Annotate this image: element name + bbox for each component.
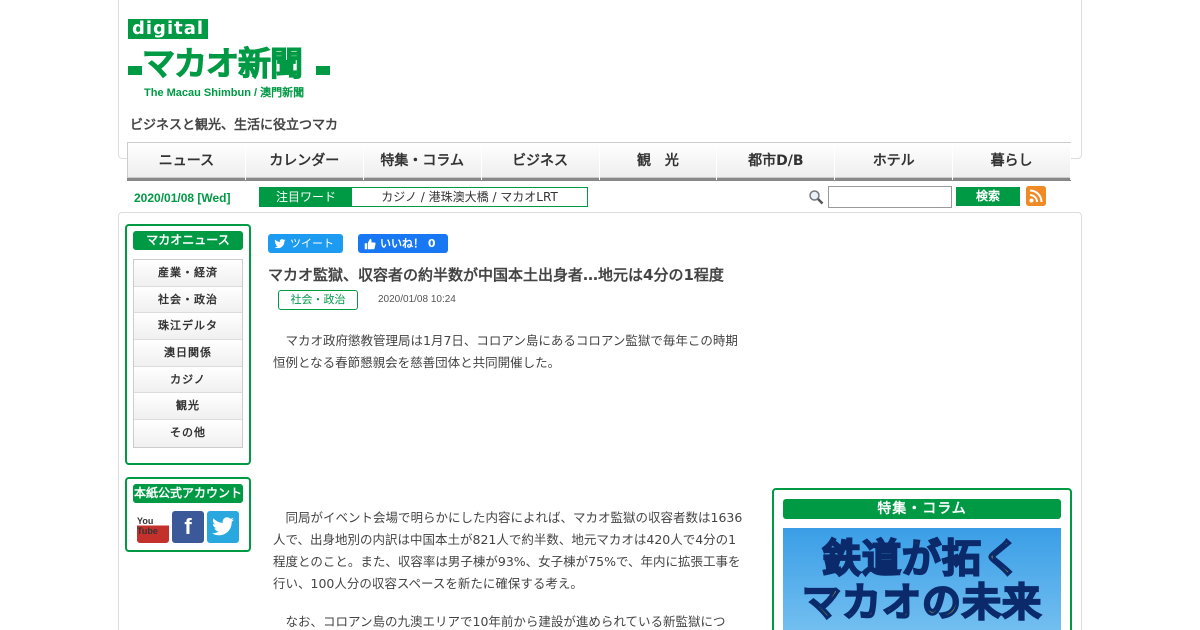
keyword-links[interactable]: カジノ / 港珠澳大橋 / マカオLRT (352, 188, 587, 206)
category-item[interactable]: 澳日関係 (134, 340, 242, 367)
category-item[interactable]: 観光 (134, 393, 242, 421)
current-date: 2020/01/08 [Wed] (134, 191, 231, 205)
category-item[interactable]: 珠江デルタ (134, 313, 242, 341)
feature-title: 特集・コラム (783, 499, 1061, 519)
category-item[interactable]: 産業・経済 (134, 260, 242, 287)
nav-calendar[interactable]: カレンダー (245, 142, 364, 180)
search-input[interactable] (828, 186, 952, 208)
nav-news[interactable]: ニュース (127, 142, 246, 180)
nav-living[interactable]: 暮らし (953, 142, 1071, 180)
feature-column-box: 特集・コラム 鉄道が拓く マカオの未来 (772, 488, 1072, 630)
tweet-button[interactable]: ツイート (268, 234, 343, 253)
feature-banner-line2: マカオの未来 (801, 580, 1042, 627)
article-paragraph: マカオ政府懲教管理局は1月7日、コロアン島にあるコロアン監獄で毎年この時期恒例と… (273, 333, 738, 370)
article-title: マカオ監獄、収容者の約半数が中国本土出身者…地元は4分の1程度 (268, 266, 724, 284)
sidebar-news-box: マカオニュース 産業・経済 社会・政治 珠江デルタ 澳日関係 カジノ 観光 その… (125, 224, 251, 465)
site-logo[interactable]: digital マカオ新聞 The Macau Shimbun / 澳門新聞 (128, 19, 330, 99)
nav-tourism[interactable]: 観 光 (599, 142, 718, 180)
nav-city-db[interactable]: 都市D/B (717, 142, 836, 180)
tweet-label: ツイート (290, 237, 334, 250)
article-paragraph: 同局がイベント会場で明らかにした内容によれば、マカオ監獄の収容者数は1636人で… (273, 510, 743, 591)
keyword-label: 注目ワード (260, 188, 352, 206)
site-tagline: ビジネスと観光、生活に役立つマカ (130, 118, 339, 133)
category-list: 産業・経済 社会・政治 珠江デルタ 澳日関係 カジノ 観光 その他 (133, 259, 243, 448)
sidebar-news-title: マカオニュース (133, 231, 243, 250)
thumbs-up-icon (364, 238, 376, 249)
article-paragraph: なお、コロアン島の九澳エリアで10年前から建設が進められている新監獄につ (273, 614, 726, 629)
feature-banner[interactable]: 鉄道が拓く マカオの未来 (783, 528, 1061, 630)
logo-main: マカオ新聞 (142, 44, 304, 83)
nav-business[interactable]: ビジネス (481, 142, 600, 180)
logo-bar-right (316, 66, 330, 75)
logo-bar-left (128, 66, 142, 75)
logo-digital: digital (128, 19, 209, 39)
nav-hotel[interactable]: ホテル (835, 142, 954, 180)
article-published-date: 2020/01/08 10:24 (378, 294, 456, 305)
keyword-bar: 注目ワード カジノ / 港珠澳大橋 / マカオLRT (259, 187, 588, 207)
bird-icon (212, 517, 234, 536)
twitter-icon[interactable]: twitter (207, 511, 239, 543)
twitter-bird-icon (274, 238, 286, 248)
search-button[interactable]: 検索 (956, 187, 1020, 206)
nav-features[interactable]: 特集・コラム (363, 142, 482, 180)
rss-icon[interactable] (1026, 186, 1046, 206)
facebook-icon[interactable]: f (172, 511, 204, 543)
sidebar-official-box: 本紙公式アカウント You Tube f twitter (125, 477, 251, 552)
sidebar-official-title: 本紙公式アカウント (133, 484, 243, 503)
article-category-badge[interactable]: 社会・政治 (278, 290, 358, 310)
category-item[interactable]: 社会・政治 (134, 286, 242, 314)
youtube-icon[interactable]: You Tube (137, 511, 169, 543)
category-item[interactable]: その他 (134, 420, 242, 447)
like-button[interactable]: いいね！ 0 (358, 234, 448, 253)
main-nav: ニュース カレンダー 特集・コラム ビジネス 観 光 都市D/B ホテル 暮らし (127, 142, 1071, 181)
search-icon (809, 190, 824, 205)
social-links: You Tube f twitter (137, 511, 249, 543)
category-item[interactable]: カジノ (134, 366, 242, 394)
like-label: いいね！ 0 (380, 237, 436, 250)
logo-subtitle: The Macau Shimbun / 澳門新聞 (144, 87, 305, 99)
